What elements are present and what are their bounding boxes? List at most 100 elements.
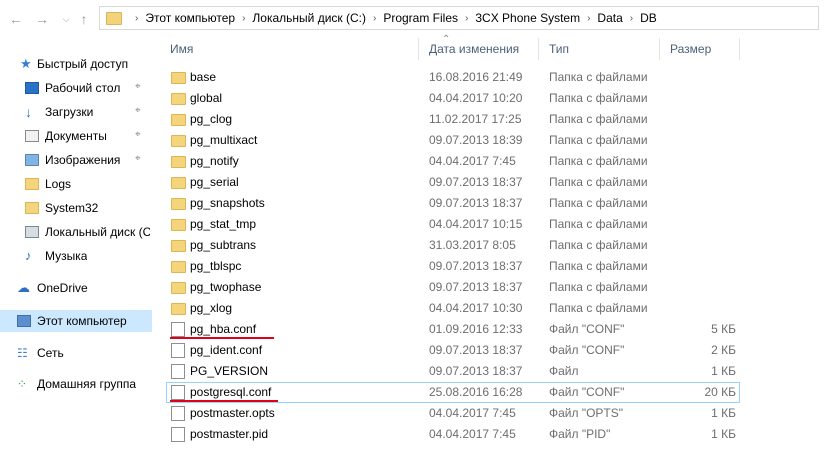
file-name: pg_tblspc: [190, 259, 242, 273]
breadcrumb-separator-icon[interactable]: ›: [630, 13, 633, 24]
file-name: postgresql.conf: [190, 385, 272, 399]
file-row[interactable]: pg_subtrans 31.03.2017 8:05 Папка с файлам…: [166, 235, 740, 256]
file-name: base: [190, 70, 217, 84]
breadcrumb-separator-icon[interactable]: ›: [465, 13, 468, 24]
forward-arrow-icon[interactable]: →: [32, 9, 52, 29]
file-type: Папка с файлами: [549, 112, 648, 126]
breadcrumb-separator-icon[interactable]: ›: [587, 13, 590, 24]
file-size: 5 КБ: [711, 322, 736, 336]
file-date: 04.04.2017 7:45: [429, 154, 516, 168]
file-row[interactable]: pg_snapshots 09.07.2013 18:37 Папка с файл…: [166, 193, 740, 214]
back-arrow-icon[interactable]: ←: [6, 9, 26, 29]
file-row[interactable]: pg_twophase 09.07.2013 18:37 Папка с файла…: [166, 277, 740, 298]
sidebar-item[interactable]: ★ Быстрый доступ: [0, 53, 152, 75]
folder-icon: [171, 240, 186, 252]
folder-icon: [171, 72, 186, 84]
sidebar-item[interactable]: Logs: [0, 173, 152, 195]
file-type: Папка с файлами: [549, 154, 648, 168]
pin-icon: ⌖: [135, 105, 141, 116]
file-row[interactable]: postmaster.pid 04.04.2017 7:45 Файл "PID" 1…: [166, 424, 740, 445]
file-row[interactable]: pg_ident.conf 09.07.2013 18:37 Файл "CONF"…: [166, 340, 740, 361]
sidebar-item[interactable]: ⁘ Домашняя группа: [0, 373, 152, 395]
address-bar[interactable]: › Этот компьютер › Локальный диск (C:) › Prog…: [99, 6, 819, 30]
recent-locations-chevron-icon[interactable]: ⌵: [56, 9, 76, 29]
address-row: ← → ⌵ ↑ › Этот компьютер › Локальный диск (…: [0, 0, 838, 38]
file-date: 31.03.2017 8:05: [429, 238, 516, 252]
file-row[interactable]: pg_serial 09.07.2013 18:37 Папка с файлами: [166, 172, 740, 193]
up-arrow-icon[interactable]: ↑: [74, 9, 94, 29]
file-date: 04.04.2017 10:15: [429, 217, 523, 231]
file-row[interactable]: pg_xlog 04.04.2017 10:30 Папка с файлами: [166, 298, 740, 319]
documents-icon: [25, 130, 39, 142]
breadcrumb-separator-icon[interactable]: ›: [242, 13, 245, 24]
file-row[interactable]: pg_multixact 09.07.2013 18:39 Папка с файл…: [166, 130, 740, 151]
breadcrumb-item[interactable]: Этот компьютер: [145, 11, 235, 25]
sidebar-item-label: Домашняя группа: [37, 377, 137, 391]
column-divider[interactable]: [538, 38, 539, 60]
sidebar-item[interactable]: ☷ Сеть: [0, 342, 152, 364]
navigation-pane: ★ Быстрый доступ Рабочий стол ⌖ ↓ Загрузки ⌖ До…: [0, 44, 152, 459]
file-date: 09.07.2013 18:37: [429, 196, 523, 210]
sidebar-item[interactable]: ♪ Музыка: [0, 245, 152, 267]
file-size: 1 КБ: [711, 364, 736, 378]
file-name: pg_stat_tmp: [190, 217, 257, 231]
file-type: Папка с файлами: [549, 217, 648, 231]
breadcrumb-separator-icon[interactable]: ›: [135, 13, 138, 24]
sidebar-item-label: OneDrive: [37, 281, 88, 295]
file-row[interactable]: postmaster.opts 04.04.2017 7:45 Файл "OPTS…: [166, 403, 740, 424]
file-date: 09.07.2013 18:37: [429, 343, 523, 357]
breadcrumb-item[interactable]: 3CX Phone System: [475, 11, 580, 25]
column-divider[interactable]: [659, 38, 660, 60]
file-row[interactable]: global 04.04.2017 10:20 Папка с файлами: [166, 88, 740, 109]
sidebar-item[interactable]: ☁ OneDrive: [0, 277, 152, 299]
file-date: 04.04.2017 10:30: [429, 301, 523, 315]
file-type: Папка с файлами: [549, 280, 648, 294]
file-row[interactable]: pg_notify 04.04.2017 7:45 Папка с файлами: [166, 151, 740, 172]
column-divider[interactable]: [418, 38, 419, 60]
breadcrumb-item[interactable]: Data: [597, 11, 622, 25]
file-name: pg_clog: [190, 112, 233, 126]
computer-icon: [17, 315, 31, 327]
file-size: 20 КБ: [704, 385, 736, 399]
sidebar-item[interactable]: Изображения ⌖: [0, 149, 152, 171]
column-size-header[interactable]: Размер: [670, 42, 711, 56]
file-size: 2 КБ: [711, 343, 736, 357]
column-name-header[interactable]: Имя: [170, 42, 193, 56]
file-row[interactable]: pg_stat_tmp 04.04.2017 10:15 Папка с файла…: [166, 214, 740, 235]
sidebar-item[interactable]: Локальный диск (C: [0, 221, 152, 243]
music-icon: ♪: [25, 248, 32, 263]
file-date: 09.07.2013 18:37: [429, 364, 523, 378]
file-type: Файл "CONF": [549, 343, 625, 357]
breadcrumb-item[interactable]: Program Files: [383, 11, 458, 25]
file-row[interactable]: base 16.08.2016 21:49 Папка с файлами: [166, 67, 740, 88]
folder-icon: [171, 198, 186, 210]
column-date-header[interactable]: Дата изменения: [429, 42, 519, 56]
file-name: global: [190, 91, 223, 105]
file-type: Папка с файлами: [549, 70, 648, 84]
file-size: 1 КБ: [711, 427, 736, 441]
breadcrumb-separator-icon[interactable]: ›: [373, 13, 376, 24]
sidebar-item[interactable]: ↓ Загрузки ⌖: [0, 101, 152, 123]
pictures-icon: [25, 154, 39, 166]
red-annotation-underline: [170, 400, 278, 402]
column-divider[interactable]: [739, 38, 740, 60]
sidebar-item-label: Сеть: [37, 346, 64, 360]
file-icon: [171, 364, 185, 379]
column-header: ⌃ Имя Дата изменения Тип Размер: [154, 34, 838, 60]
file-type: Папка с файлами: [549, 259, 648, 273]
file-row[interactable]: PG_VERSION 09.07.2013 18:37 Файл 1 КБ: [166, 361, 740, 382]
file-name: PG_VERSION: [190, 364, 269, 378]
sidebar-item[interactable]: Рабочий стол ⌖: [0, 77, 152, 99]
breadcrumb-item[interactable]: Локальный диск (C:): [252, 11, 366, 25]
sidebar-item[interactable]: Этот компьютер: [0, 310, 152, 332]
folder-icon: [171, 303, 186, 315]
sidebar-item-label: Рабочий стол: [45, 81, 121, 95]
sidebar-item[interactable]: Документы ⌖: [0, 125, 152, 147]
file-date: 09.07.2013 18:37: [429, 280, 523, 294]
column-type-header[interactable]: Тип: [549, 42, 569, 56]
breadcrumb-item[interactable]: DB: [640, 11, 657, 25]
file-name: pg_snapshots: [190, 196, 265, 210]
file-row[interactable]: pg_tblspc 09.07.2013 18:37 Папка с файлами: [166, 256, 740, 277]
sidebar-item[interactable]: System32: [0, 197, 152, 219]
file-row[interactable]: pg_clog 11.02.2017 17:25 Папка с файлами: [166, 109, 740, 130]
